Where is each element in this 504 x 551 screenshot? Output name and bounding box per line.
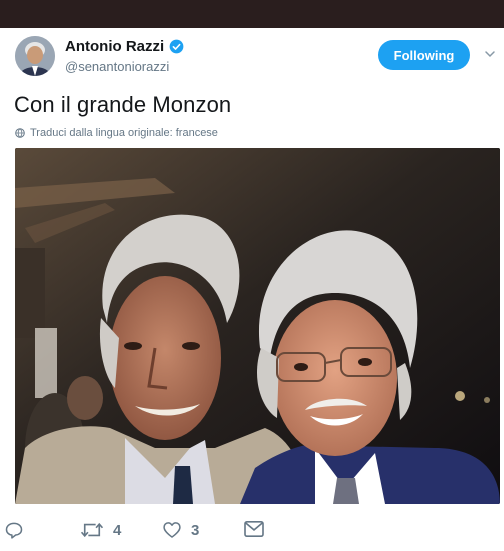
author-name[interactable]: Antonio Razzi <box>65 38 164 55</box>
window-top-bar <box>0 0 504 28</box>
tweet-text: Con il grande Monzon <box>14 92 232 117</box>
author-handle[interactable]: @senantoniorazzi <box>65 59 169 74</box>
tweet-actions: 4 3 <box>0 516 504 548</box>
tweet-photo[interactable] <box>15 148 500 504</box>
reply-button[interactable] <box>4 520 24 540</box>
retweet-icon <box>80 522 104 538</box>
retweet-button[interactable]: 4 <box>80 520 121 540</box>
tweet-header: Antonio Razzi @senantoniorazzi Following <box>0 28 504 84</box>
like-count: 3 <box>191 521 200 539</box>
translate-label: Traduci dalla lingua originale: francese <box>30 127 218 139</box>
direct-message-button[interactable] <box>243 520 265 538</box>
reply-icon <box>5 522 23 539</box>
following-button[interactable]: Following <box>378 40 470 70</box>
translate-link[interactable]: Traduci dalla lingua originale: francese <box>15 127 218 139</box>
message-icon <box>244 520 264 538</box>
chevron-down-icon[interactable] <box>484 48 496 60</box>
author-name-row: Antonio Razzi <box>65 38 184 55</box>
globe-icon <box>15 128 25 138</box>
avatar[interactable] <box>15 36 55 76</box>
heart-icon <box>163 522 181 538</box>
photo-of-two-men <box>15 148 500 504</box>
retweet-count: 4 <box>113 521 122 539</box>
like-button[interactable]: 3 <box>162 520 199 540</box>
avatar-image <box>15 36 55 76</box>
verified-badge-icon <box>169 39 184 54</box>
